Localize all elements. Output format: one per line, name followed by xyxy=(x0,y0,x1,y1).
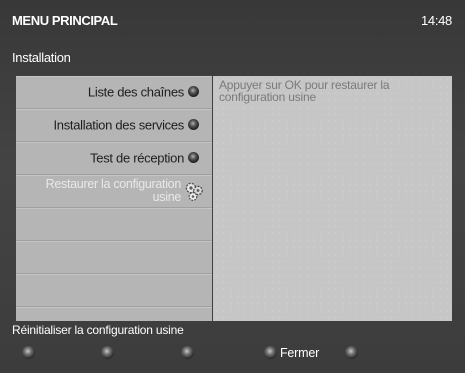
remote-key-icon xyxy=(181,346,194,359)
menu-item-service-installation[interactable]: Installation des services xyxy=(16,109,212,142)
remote-key-1[interactable] xyxy=(22,345,35,360)
footer-hint: Réinitialiser la configuration usine xyxy=(12,323,184,337)
remote-key-3[interactable] xyxy=(181,345,194,360)
menu-item-label: Test de réception xyxy=(90,150,184,166)
remote-key-icon xyxy=(101,346,114,359)
close-button-label: Fermer xyxy=(280,345,320,360)
round-bullet-icon xyxy=(188,86,199,97)
menu-row-empty xyxy=(16,241,212,274)
remote-key-icon xyxy=(264,346,277,359)
menu-item-label-line: usine xyxy=(152,190,182,204)
menu-row-empty xyxy=(16,274,212,307)
remote-key-icon xyxy=(345,346,358,359)
info-pane: Appuyer sur OK pour restaurer la configu… xyxy=(213,76,452,321)
help-text: Appuyer sur OK pour restaurer la configu… xyxy=(219,79,390,104)
remote-key-2[interactable] xyxy=(101,345,114,360)
menu-item-label: Installation des services xyxy=(53,117,184,133)
help-text-line: configuration usine xyxy=(219,90,316,104)
installation-menu: Liste des chaînes Installation des servi… xyxy=(16,76,212,321)
round-bullet-icon xyxy=(188,119,199,130)
remote-key-icon xyxy=(22,346,35,359)
menu-item-label: Liste des chaînes xyxy=(87,84,184,100)
menu-item-reception-test[interactable]: Test de réception xyxy=(16,142,212,175)
menu-item-factory-reset[interactable]: Restaurer la configuration usine xyxy=(16,175,212,208)
round-bullet-icon xyxy=(188,152,199,163)
clock: 14:48 xyxy=(420,13,452,28)
screen-title: MENU PRINCIPAL xyxy=(12,13,118,28)
menu-row-empty xyxy=(16,208,212,241)
menu-item-channel-list[interactable]: Liste des chaînes xyxy=(16,76,212,109)
section-title: Installation xyxy=(12,50,71,65)
installation-panel: Liste des chaînes Installation des servi… xyxy=(16,76,452,321)
menu-row-empty xyxy=(16,307,212,321)
remote-key-5[interactable] xyxy=(345,345,358,360)
close-button[interactable]: Fermer xyxy=(264,345,319,360)
gears-icon xyxy=(185,182,203,201)
menu-item-label: Restaurer la configuration usine xyxy=(46,178,182,204)
